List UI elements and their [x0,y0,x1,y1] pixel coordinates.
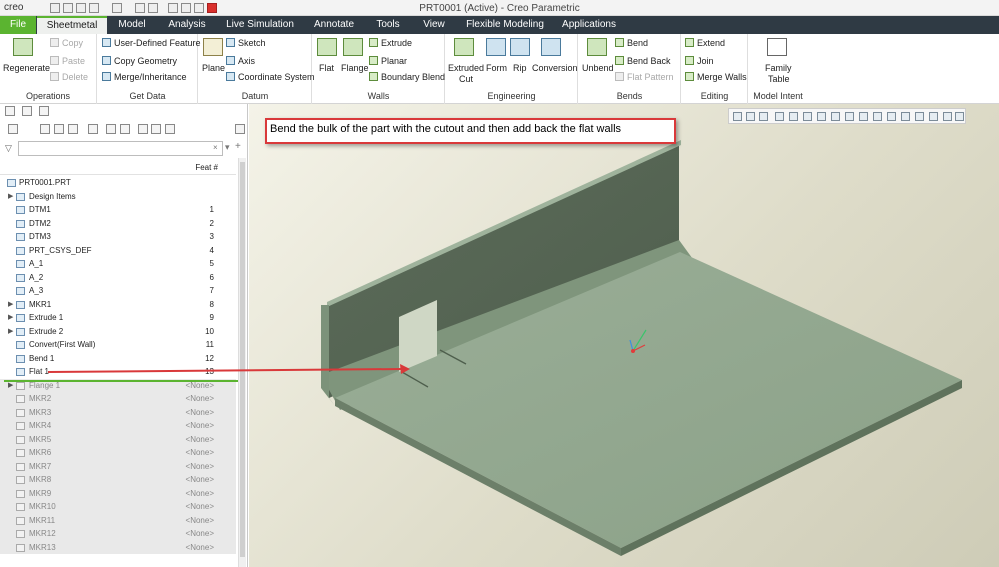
spin-center-icon[interactable] [887,112,896,121]
callout-note: Bend the bulk of the part with the cutou… [265,118,676,144]
section-icon[interactable] [845,112,854,121]
csys-origin [631,349,635,353]
annotation-display-icon[interactable] [873,112,882,121]
zoom-in-icon[interactable] [746,112,755,121]
part-model-svg [47,140,962,556]
view-manager-icon[interactable] [817,112,826,121]
repaint-icon[interactable] [775,112,784,121]
more-options-icon[interactable] [955,112,964,121]
plane-display-icon[interactable] [929,112,938,121]
display-style-icon[interactable] [789,112,798,121]
datum-display-icon[interactable] [859,112,868,121]
pause-icon[interactable] [943,112,952,121]
zoom-out-icon[interactable] [759,112,768,121]
view-toolbar [728,108,966,124]
csys-display-icon[interactable] [901,112,910,121]
point-display-icon[interactable] [915,112,924,121]
refit-icon[interactable] [733,112,742,121]
perspective-icon[interactable] [831,112,840,121]
saved-views-icon[interactable] [803,112,812,121]
